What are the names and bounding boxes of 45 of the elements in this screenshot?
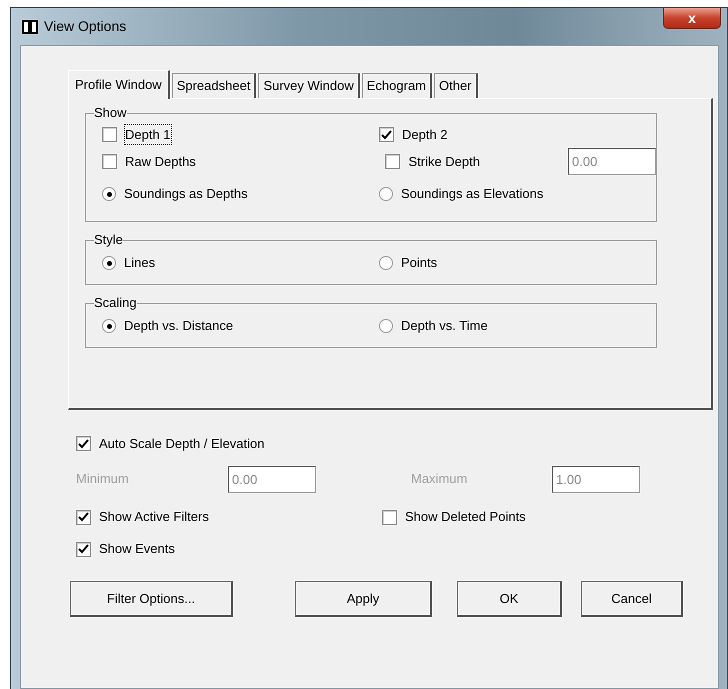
button[interactable]: Apply [295,581,432,617]
checkbox[interactable] [76,510,91,524]
checkbox[interactable] [102,127,117,142]
checkbox-label: Depth 2 [402,126,448,144]
radio-label: Soundings as Elevations [401,185,544,204]
button[interactable]: OK [457,581,562,617]
checkbox-label: Show Active Filters [99,508,209,526]
tab[interactable]: Profile Window [68,70,170,99]
tab[interactable]: Other [434,72,478,98]
checkbox-label: Strike Depth [408,152,480,171]
field-label: Maximum [411,470,468,488]
radio-label: Soundings as Depths [124,185,248,204]
window-title: View Options [44,17,126,36]
checkbox[interactable] [382,510,397,524]
group-title: Scaling [94,295,137,311]
checkbox[interactable] [76,542,91,556]
group-title: Style [94,232,123,248]
checkbox[interactable] [76,436,91,451]
checkbox[interactable] [102,154,117,169]
checkbox-label: Depth 1 [125,124,171,144]
radio-label: Depth vs. Distance [124,317,234,336]
checkbox-label: Show Events [99,540,175,558]
field-label: Minimum [76,470,130,488]
tab[interactable]: Survey Window [258,72,360,98]
radio-button[interactable] [102,187,116,201]
book-icon [22,20,38,34]
radio-button[interactable] [102,319,116,333]
checkbox-label: Raw Depths [125,152,196,171]
button[interactable]: Filter Options... [70,581,233,617]
radio-label: Points [401,254,438,272]
radio-button[interactable] [379,187,393,201]
radio-label: Depth vs. Time [401,317,488,336]
checkbox-label: Show Deleted Points [405,508,526,526]
radio-button[interactable] [379,319,393,333]
tab[interactable]: Spreadsheet [172,72,256,98]
close-button[interactable]: x [663,8,721,29]
radio-button[interactable] [102,256,116,270]
group-title: Show [94,105,127,121]
radio-button[interactable] [379,256,393,270]
tab[interactable]: Echogram [362,72,432,98]
button[interactable]: Cancel [581,581,683,617]
checkbox[interactable] [379,127,394,142]
checkbox-label: Auto Scale Depth / Elevation [99,434,264,453]
radio-label: Lines [124,254,156,272]
checkbox[interactable] [385,154,400,169]
